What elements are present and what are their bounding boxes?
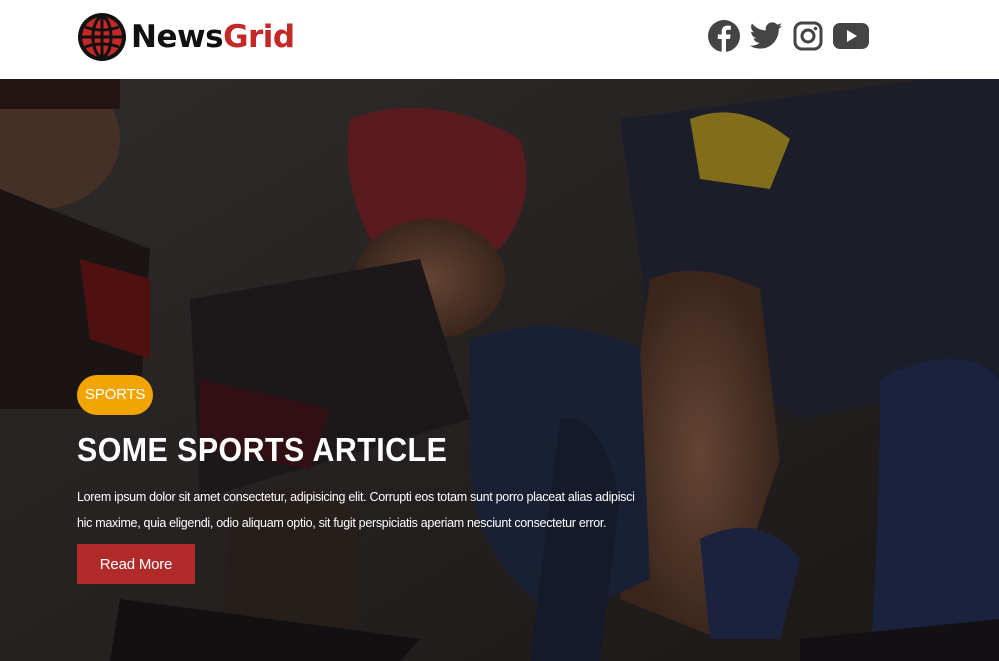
- navbar: NewsGrid: [0, 0, 999, 79]
- youtube-icon: [833, 23, 869, 49]
- site-name-part2: Grid: [223, 18, 295, 55]
- site-name: NewsGrid: [131, 18, 295, 55]
- hero-section: SPORTS SOME SPORTS ARTICLE Lorem ipsum d…: [0, 79, 999, 661]
- globe-logo-icon: [78, 13, 126, 61]
- category-badge[interactable]: SPORTS: [77, 375, 154, 415]
- twitter-icon: [750, 22, 783, 49]
- twitter-link[interactable]: [750, 22, 783, 50]
- read-more-button[interactable]: Read More: [77, 544, 195, 584]
- article-excerpt: Lorem ipsum dolor sit amet consectetur, …: [77, 490, 635, 530]
- article-title: SOME SPORTS ARTICLE: [77, 431, 448, 468]
- facebook-icon: [708, 20, 740, 52]
- instagram-icon: [793, 21, 823, 51]
- social-links: [708, 20, 869, 52]
- instagram-link[interactable]: [793, 21, 823, 51]
- site-logo[interactable]: NewsGrid: [77, 12, 295, 62]
- site-name-part1: News: [131, 18, 224, 55]
- youtube-link[interactable]: [833, 23, 869, 49]
- facebook-link[interactable]: [708, 20, 740, 52]
